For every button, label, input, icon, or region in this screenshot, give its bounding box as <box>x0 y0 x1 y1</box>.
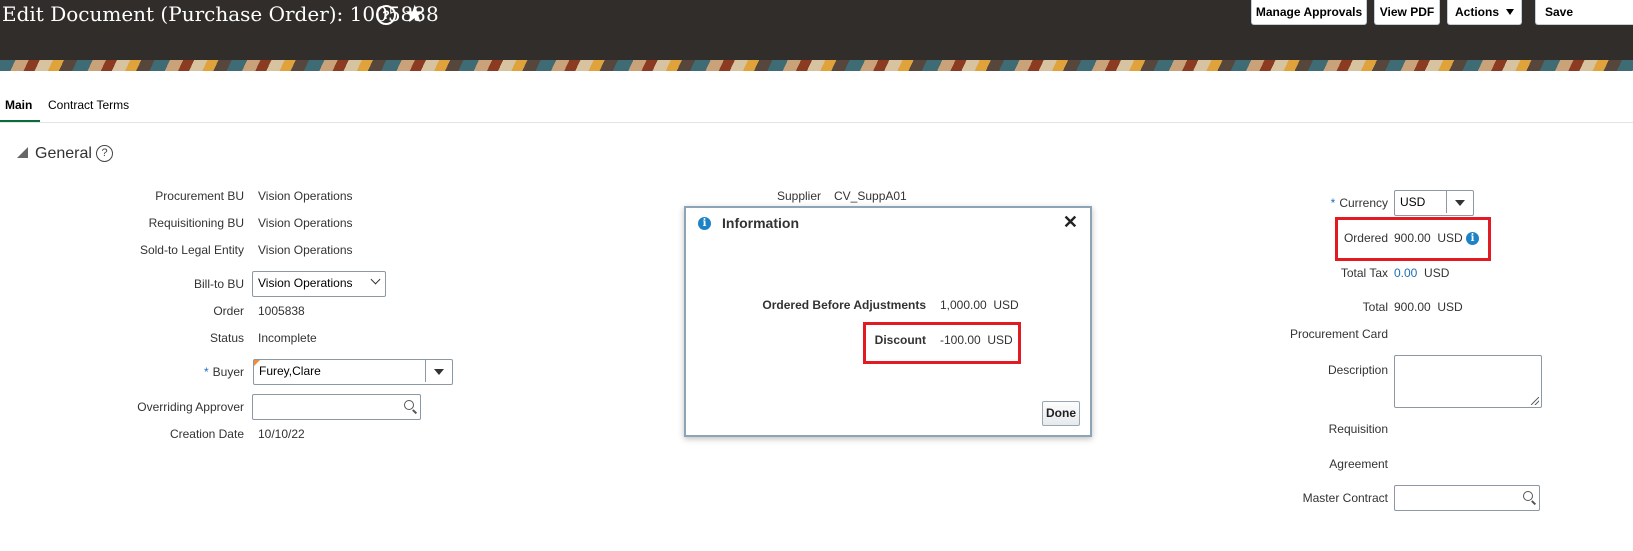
procurement-bu-value: Vision Operations <box>258 189 353 203</box>
caret-down-icon <box>1506 9 1514 15</box>
requisitioning-bu-label: Requisitioning BU <box>148 216 244 230</box>
ordered-before-amount: 1,000.00 <box>940 298 987 312</box>
creation-date-value: 10/10/22 <box>258 427 305 441</box>
done-button[interactable]: Done <box>1042 401 1080 426</box>
bill-to-bu-value: Vision Operations <box>258 276 353 290</box>
star-icon[interactable]: ★ <box>404 0 426 29</box>
page-title: Edit Document (Purchase Order): 1005838 <box>2 2 439 26</box>
order-value: 1005838 <box>258 304 305 318</box>
discount-value: -100.00 USD <box>940 333 1013 347</box>
info-icon: i <box>698 217 711 230</box>
caret-down-icon[interactable] <box>1446 191 1473 213</box>
currency-value: USD <box>1400 195 1426 209</box>
ordered-label: Ordered <box>1343 231 1388 245</box>
supplier-label: Supplier <box>776 189 821 203</box>
section-title-general: General <box>35 145 92 162</box>
discount-amount: -100.00 <box>940 333 981 347</box>
tab-main[interactable]: Main <box>0 98 41 123</box>
master-contract-label: Master Contract <box>1302 491 1388 505</box>
help-icon[interactable]: ? <box>376 5 396 25</box>
total-tax-currency: USD <box>1424 266 1450 280</box>
requisitioning-bu-value: Vision Operations <box>258 216 353 230</box>
section-help-icon[interactable]: ? <box>96 145 113 162</box>
caret-down-icon[interactable] <box>425 360 452 382</box>
ordered-currency: USD <box>1437 231 1463 245</box>
search-icon[interactable] <box>404 400 414 410</box>
total-tax-link[interactable]: 0.00 <box>1394 266 1417 280</box>
bill-to-bu-label: Bill-to BU <box>193 277 244 291</box>
status-value: Incomplete <box>258 331 317 345</box>
buyer-label: * Buyer <box>204 365 244 379</box>
required-marker: * <box>203 365 209 379</box>
tab-contract-terms[interactable]: Contract Terms <box>48 98 129 112</box>
chevron-down-icon <box>370 274 381 285</box>
discount-currency: USD <box>987 333 1013 347</box>
ordered-before-currency: USD <box>993 298 1019 312</box>
close-icon[interactable]: ✕ <box>1063 212 1078 233</box>
ordered-value: 900.00 USD <box>1394 231 1463 245</box>
ordered-amount: 900.00 <box>1394 231 1431 245</box>
ordered-before-adjustments-value: 1,000.00 USD <box>940 298 1019 312</box>
supplier-value: CV_SuppA01 <box>834 189 907 203</box>
requisition-label: Requisition <box>1328 422 1388 436</box>
total-amount: 900.00 <box>1394 300 1431 314</box>
procurement-card-label: Procurement Card <box>1289 327 1388 341</box>
overriding-approver-input[interactable] <box>252 394 421 420</box>
info-icon[interactable]: i <box>1466 232 1479 245</box>
information-dialog: i Information ✕ Ordered Before Adjustmen… <box>684 206 1092 437</box>
dialog-title: Information <box>722 215 799 231</box>
view-pdf-button[interactable]: View PDF <box>1374 0 1440 25</box>
status-label: Status <box>209 331 244 345</box>
required-marker: * <box>1330 196 1336 210</box>
actions-button[interactable]: Actions <box>1447 0 1522 25</box>
discount-label: Discount <box>874 333 926 347</box>
creation-date-label: Creation Date <box>169 427 244 441</box>
agreement-label: Agreement <box>1329 457 1388 471</box>
currency-label: * Currency <box>1331 196 1388 210</box>
total-label: Total <box>1362 300 1388 314</box>
actions-label: Actions <box>1455 5 1500 19</box>
order-label: Order <box>213 304 244 318</box>
search-icon[interactable] <box>1523 491 1533 501</box>
ordered-before-adjustments-label: Ordered Before Adjustments <box>762 298 926 312</box>
description-textarea[interactable] <box>1394 355 1542 408</box>
total-currency: USD <box>1437 300 1463 314</box>
tab-divider <box>0 122 1633 123</box>
collapse-triangle-icon[interactable] <box>17 147 28 158</box>
manage-approvals-button[interactable]: Manage Approvals <box>1251 0 1367 25</box>
total-tax-value: 0.00 USD <box>1394 266 1449 280</box>
buyer-combobox[interactable]: Furey,Clare <box>253 359 453 385</box>
sold-to-legal-entity-value: Vision Operations <box>258 243 353 257</box>
procurement-bu-label: Procurement BU <box>155 189 244 203</box>
description-label: Description <box>1327 363 1388 377</box>
master-contract-input[interactable] <box>1394 485 1540 511</box>
currency-combobox[interactable]: USD <box>1394 190 1474 216</box>
buyer-value: Furey,Clare <box>259 364 321 378</box>
overriding-approver-label: Overriding Approver <box>137 400 244 414</box>
changed-indicator <box>254 360 260 366</box>
currency-label-text: Currency <box>1339 196 1388 210</box>
decorative-banner <box>0 60 1633 71</box>
resize-handle-icon[interactable] <box>1531 397 1539 405</box>
buyer-label-text: Buyer <box>212 365 244 379</box>
total-value: 900.00 USD <box>1394 300 1463 314</box>
sold-to-legal-entity-label: Sold-to Legal Entity <box>139 243 244 257</box>
bill-to-bu-select[interactable]: Vision Operations <box>252 271 386 297</box>
total-tax-label: Total Tax <box>1340 266 1388 280</box>
save-button[interactable]: Save <box>1535 0 1633 25</box>
